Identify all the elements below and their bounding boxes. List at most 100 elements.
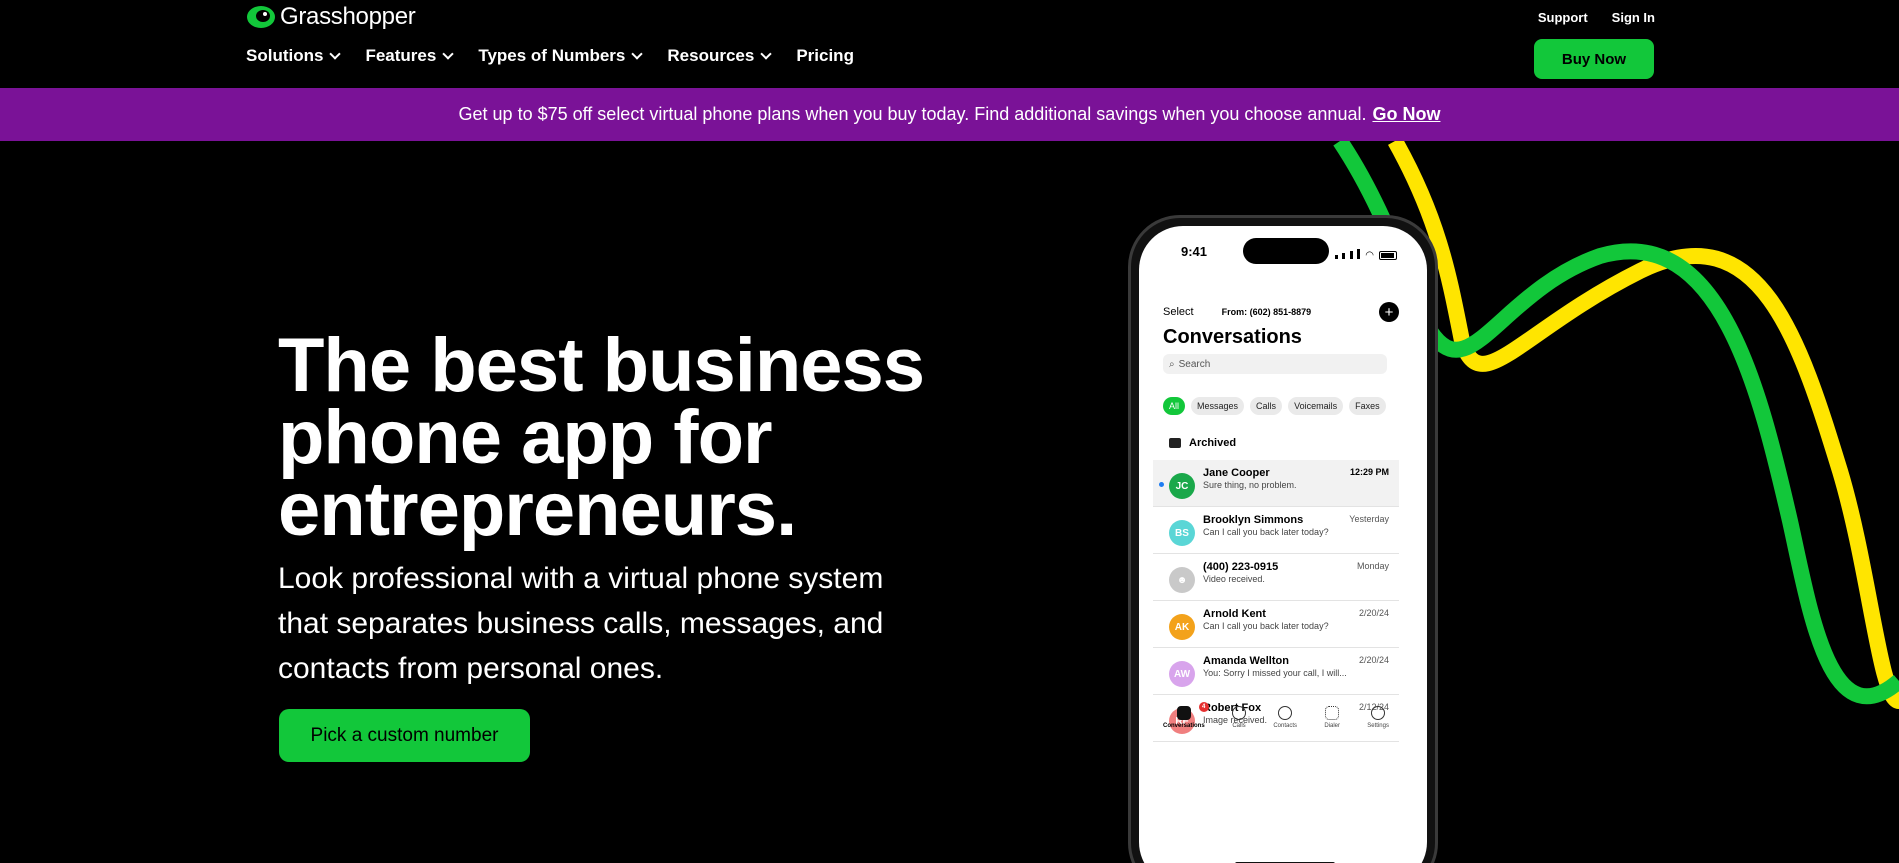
- search-icon: ⌕: [1169, 358, 1175, 370]
- dialer-grid-icon: [1325, 706, 1340, 720]
- chip-calls[interactable]: Calls: [1250, 397, 1283, 415]
- grasshopper-eye-icon: [246, 2, 276, 32]
- status-time: 9:41: [1181, 244, 1208, 259]
- go-now-link[interactable]: Go Now: [1372, 104, 1440, 125]
- sign-in-link[interactable]: Sign In: [1612, 10, 1655, 25]
- nav-label: Features: [365, 46, 437, 65]
- tab-label: Dialer: [1324, 723, 1340, 729]
- contacts-icon: [1278, 706, 1293, 720]
- conversations-title: Conversations: [1163, 326, 1302, 348]
- dynamic-island: [1243, 238, 1329, 264]
- conversations-topbar: Select From: (602) 851-8879 +: [1163, 302, 1399, 322]
- unread-badge: 4: [1198, 702, 1209, 712]
- tab-label: Calls: [1232, 723, 1246, 729]
- chip-messages[interactable]: Messages: [1191, 397, 1245, 415]
- battery-icon: [1379, 250, 1397, 260]
- contact-name: (400) 223-0915: [1203, 561, 1279, 573]
- site-header: Grasshopper Solutions Features Types of …: [0, 0, 1899, 88]
- hero-title-line: entrepreneurs.: [278, 467, 797, 552]
- message-preview: You: Sorry I missed your call, I will...: [1203, 668, 1347, 678]
- phone-tabbar: 4 Conversations Calls Contacts Dialer Se…: [1153, 702, 1399, 729]
- chevron-down-icon: [442, 48, 454, 60]
- main-nav: Solutions Features Types of Numbers Reso…: [246, 46, 854, 66]
- conversation-row[interactable]: ☻ (400) 223-0915 Video received. Monday: [1153, 554, 1399, 601]
- message-preview: Can I call you back later today?: [1203, 527, 1329, 537]
- chip-all[interactable]: All: [1163, 397, 1186, 415]
- message-date: 12:29 PM: [1349, 467, 1389, 477]
- nav-label: Types of Numbers: [478, 46, 626, 65]
- contact-name: Arnold Kent: [1203, 608, 1266, 620]
- contact-name: Brooklyn Simmons: [1203, 514, 1304, 526]
- conversation-row[interactable]: AK Arnold Kent Can I call you back later…: [1153, 601, 1399, 648]
- filter-chips: All Messages Calls Voicemails Faxes: [1163, 397, 1386, 415]
- phone-mockup: 9:41 ◠ Select From: (602) 851-8879 + Con…: [1128, 215, 1438, 863]
- chat-icon: [1176, 706, 1191, 720]
- message-date: Yesterday: [1349, 514, 1389, 524]
- archived-row[interactable]: Archived: [1169, 437, 1236, 449]
- buy-now-button[interactable]: Buy Now: [1534, 39, 1654, 79]
- utility-links: Support Sign In: [1538, 10, 1655, 25]
- tab-label: Conversations: [1163, 723, 1205, 729]
- unread-dot: [1159, 482, 1164, 487]
- tab-label: Settings: [1367, 723, 1389, 729]
- archived-label: Archived: [1189, 437, 1237, 449]
- chevron-down-icon: [631, 48, 644, 60]
- nav-solutions[interactable]: Solutions: [246, 46, 342, 66]
- tab-calls[interactable]: Calls: [1232, 706, 1246, 729]
- tab-settings[interactable]: Settings: [1367, 706, 1389, 729]
- conversation-row[interactable]: JC Jane Cooper Sure thing, no problem. 1…: [1153, 460, 1399, 507]
- signal-icon: [1334, 246, 1361, 264]
- chevron-down-icon: [760, 48, 772, 60]
- search-input[interactable]: ⌕ Search: [1163, 354, 1387, 374]
- support-link[interactable]: Support: [1538, 10, 1588, 25]
- phone-screen: 9:41 ◠ Select From: (602) 851-8879 + Con…: [1139, 226, 1427, 863]
- message-date: Monday: [1356, 561, 1389, 571]
- nav-types-of-numbers[interactable]: Types of Numbers: [478, 46, 644, 66]
- chip-faxes[interactable]: Faxes: [1349, 397, 1386, 415]
- nav-pricing[interactable]: Pricing: [796, 46, 854, 66]
- chevron-down-icon: [329, 48, 342, 60]
- contact-name: Jane Cooper: [1203, 467, 1270, 479]
- archive-icon: [1169, 438, 1181, 448]
- avatar: JC: [1169, 473, 1195, 499]
- conversation-row[interactable]: BS Brooklyn Simmons Can I call you back …: [1153, 507, 1399, 554]
- gear-icon: [1371, 706, 1386, 720]
- hero-title-line: phone app for: [278, 395, 773, 480]
- hero-subtitle-line: that separates business calls, messages,…: [278, 607, 884, 640]
- logo-wordmark: Grasshopper: [280, 3, 416, 30]
- pick-custom-number-button[interactable]: Pick a custom number: [279, 709, 530, 762]
- contact-name: Amanda Wellton: [1203, 655, 1289, 667]
- from-number-selector[interactable]: From: (602) 851-8879: [1222, 307, 1312, 317]
- chip-voicemails[interactable]: Voicemails: [1288, 397, 1344, 415]
- hero-title-line: The best business: [278, 323, 925, 408]
- hero-title: The best business phone app for entrepre…: [278, 323, 978, 552]
- phone-icon: [1232, 706, 1246, 720]
- person-icon: ☻: [1169, 567, 1195, 593]
- status-icons: ◠: [1334, 246, 1397, 264]
- tab-dialer[interactable]: Dialer: [1324, 706, 1340, 729]
- nav-label: Resources: [667, 46, 755, 65]
- select-button[interactable]: Select: [1163, 306, 1194, 318]
- tab-contacts[interactable]: Contacts: [1273, 706, 1297, 729]
- nav-features[interactable]: Features: [365, 46, 454, 66]
- message-preview: Sure thing, no problem.: [1203, 480, 1297, 490]
- nav-resources[interactable]: Resources: [667, 46, 772, 66]
- tab-label: Contacts: [1273, 723, 1297, 729]
- message-date: 2/20/24: [1358, 608, 1389, 618]
- avatar: AK: [1169, 614, 1195, 640]
- wifi-icon: ◠: [1365, 249, 1374, 261]
- new-conversation-button[interactable]: +: [1379, 302, 1399, 322]
- hero-subtitle-line: Look professional with a virtual phone s…: [278, 562, 884, 595]
- avatar: AW: [1169, 661, 1195, 687]
- tab-conversations[interactable]: 4 Conversations: [1163, 702, 1209, 729]
- promo-text: Get up to $75 off select virtual phone p…: [458, 104, 1367, 124]
- grasshopper-logo[interactable]: Grasshopper: [246, 2, 416, 32]
- message-date: 2/20/24: [1358, 655, 1389, 665]
- conversation-list: JC Jane Cooper Sure thing, no problem. 1…: [1153, 460, 1399, 742]
- nav-label: Pricing: [796, 46, 854, 65]
- message-preview: Can I call you back later today?: [1203, 621, 1329, 631]
- promo-banner: Get up to $75 off select virtual phone p…: [0, 88, 1899, 141]
- conversation-row[interactable]: AW Amanda Wellton You: Sorry I missed yo…: [1153, 648, 1399, 695]
- hero-subtitle-line: contacts from personal ones.: [278, 652, 664, 685]
- avatar: BS: [1169, 520, 1195, 546]
